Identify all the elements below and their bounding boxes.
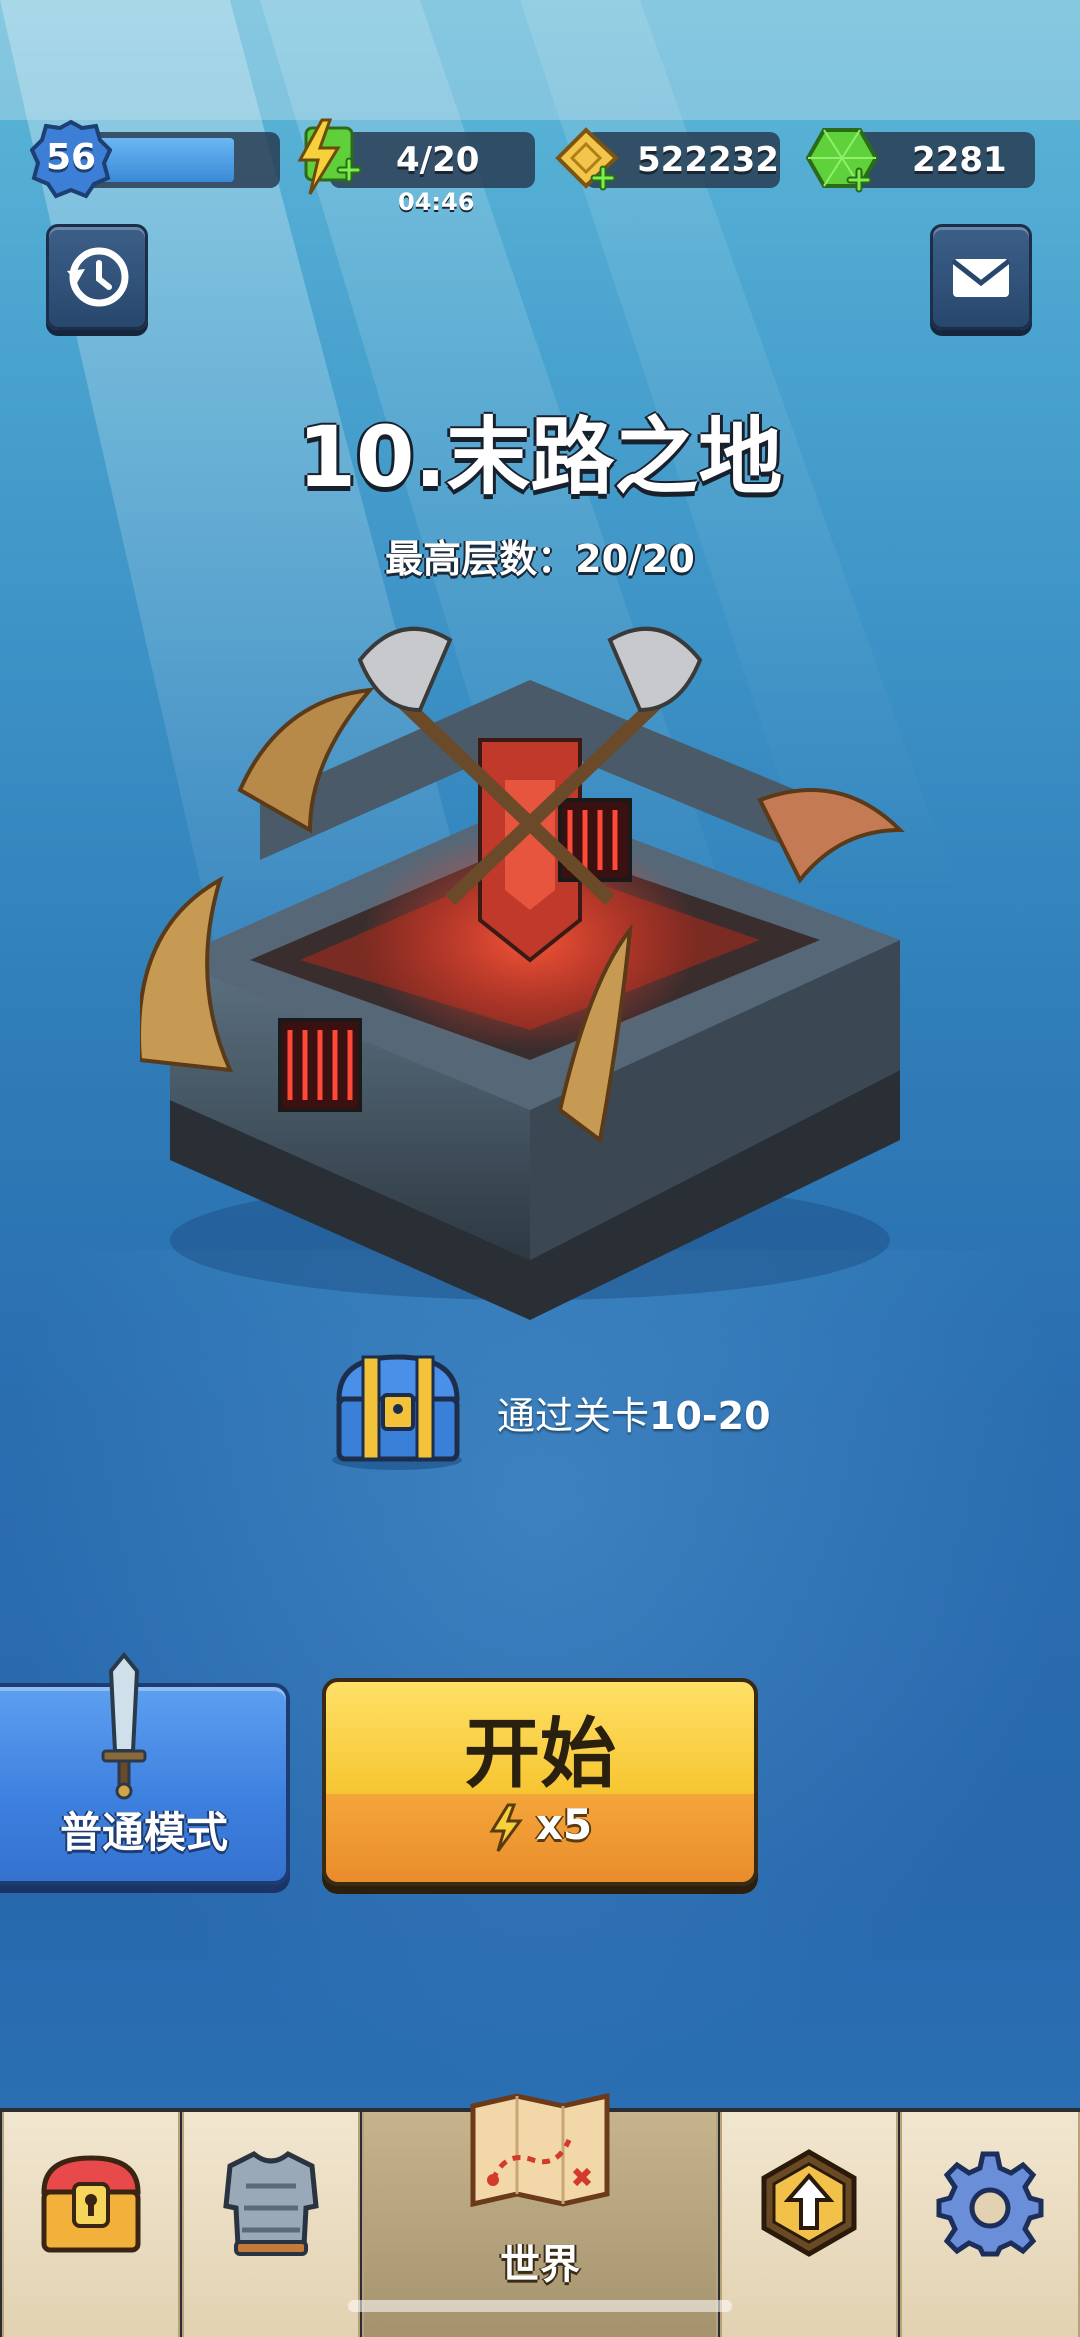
player-level: 56 — [45, 137, 97, 178]
best-floor-label: 最高层数：20/20 — [385, 537, 695, 581]
reward-prefix: 通过关卡 — [497, 1394, 650, 1438]
gear-icon — [936, 2151, 1044, 2257]
energy-plus-icon[interactable] — [292, 118, 364, 198]
locked-chest-icon — [41, 2155, 141, 2253]
history-button[interactable] — [46, 224, 148, 330]
gold-value: 522232 — [637, 140, 779, 180]
stage-title: 10.末路之地 — [297, 408, 783, 506]
tab-equipment[interactable] — [182, 2112, 360, 2337]
start-cost-value: x5 — [535, 1800, 593, 1849]
sword-icon — [101, 1651, 147, 1800]
normal-mode-label: 普通模式 — [59, 1808, 228, 1857]
history-icon — [67, 247, 129, 307]
mail-icon — [951, 259, 1011, 297]
start-cost: x5 — [326, 1800, 754, 1853]
energy-timer: 04:46 — [398, 188, 475, 216]
upgrade-arrow-icon — [761, 2149, 857, 2257]
reward-condition: 通过关卡10-20 — [497, 1385, 771, 1440]
world-map-icon — [470, 2092, 610, 2208]
ocean-glow — [0, 1250, 1080, 2100]
gem-plus-icon[interactable] — [804, 122, 880, 198]
energy-bolt-icon — [489, 1803, 523, 1852]
home-indicator — [348, 2300, 732, 2312]
tab-chest[interactable] — [2, 2112, 180, 2337]
fortress-illustration[interactable] — [140, 600, 920, 1320]
start-label: 开始 — [464, 1709, 616, 1798]
mail-button[interactable] — [930, 224, 1032, 330]
world-tab-label: 世界 — [500, 2242, 580, 2288]
chest-reward-icon[interactable] — [325, 1345, 475, 1475]
gold-plus-icon[interactable] — [550, 122, 624, 196]
level-badge[interactable]: 56 — [29, 118, 113, 200]
reward-level: 10-20 — [649, 1394, 771, 1438]
gem-value: 2281 — [912, 140, 1007, 180]
top-resource-bar: 56 4/20 04:46 522232 2281 — [0, 0, 1080, 230]
normal-mode-button[interactable]: 普通模式 — [0, 1651, 290, 1885]
tab-settings[interactable] — [900, 2112, 1080, 2337]
energy-value: 4/20 — [396, 140, 480, 180]
armor-icon — [223, 2151, 319, 2256]
start-button[interactable]: 开始 x5 — [322, 1678, 758, 1886]
tab-upgrade[interactable] — [720, 2112, 898, 2337]
xp-fill — [94, 138, 234, 182]
